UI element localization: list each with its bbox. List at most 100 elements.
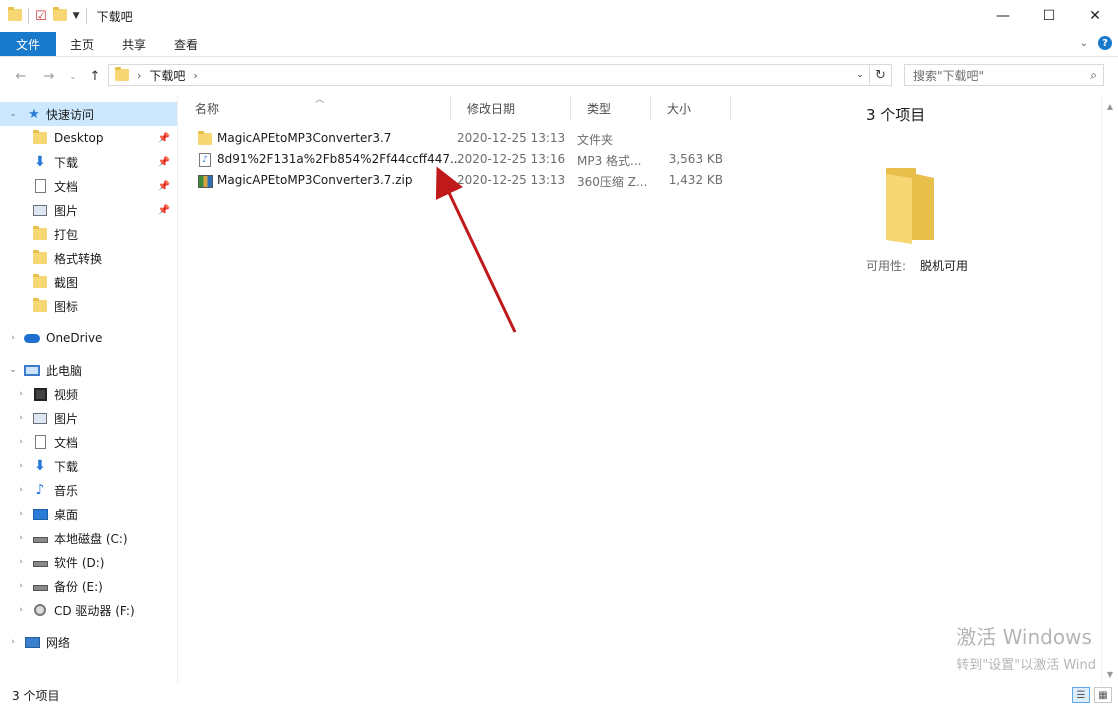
new-folder-icon[interactable] — [52, 6, 67, 24]
folder-icon — [32, 274, 48, 290]
expand-chevron-icon[interactable]: › — [8, 637, 18, 647]
cd-drive-icon — [32, 602, 48, 618]
availability-label: 可用性: — [866, 259, 907, 273]
details-item-count: 3 个项目 — [866, 106, 926, 124]
refresh-icon[interactable]: ↻ — [869, 65, 891, 85]
cloud-icon — [24, 330, 40, 346]
navigation-pane: ⌄ ★ 快速访问 Desktop 📌 ⬇ 下载 📌 文档 📌 图片 📌 打包 格… — [0, 96, 178, 684]
nav-item-music[interactable]: › ♪ 音乐 — [0, 478, 177, 502]
expand-chevron-icon[interactable]: › — [16, 389, 26, 399]
expand-chevron-icon[interactable]: › — [16, 509, 26, 519]
breadcrumb-chevron-icon[interactable]: › — [193, 69, 197, 82]
download-icon: ⬇ — [34, 458, 46, 474]
download-icon: ⬇ — [34, 154, 46, 170]
collapse-chevron-icon[interactable]: ⌄ — [8, 365, 18, 375]
properties-icon[interactable]: ☑ — [35, 9, 47, 24]
up-button[interactable]: ↑ — [84, 65, 106, 87]
status-bar: 3 个项目 ☰ ▦ — [0, 684, 1118, 707]
pin-icon: 📌 — [157, 180, 170, 192]
address-bar[interactable]: › 下载吧 › ⌄ ↻ — [108, 64, 892, 86]
music-icon: ♪ — [35, 482, 45, 498]
recent-locations-chevron-icon[interactable]: ⌄ — [62, 65, 84, 87]
expand-chevron-icon[interactable]: › — [16, 461, 26, 471]
nav-item-pc-pictures[interactable]: › 图片 — [0, 406, 177, 430]
expand-chevron-icon[interactable]: › — [16, 413, 26, 423]
desktop-icon — [32, 506, 48, 522]
expand-chevron-icon[interactable]: › — [16, 557, 26, 567]
large-folder-icon — [886, 168, 934, 244]
pin-icon: 📌 — [157, 132, 170, 144]
vertical-scrollbar[interactable]: ▲ ▼ — [1101, 96, 1118, 684]
picture-icon — [32, 202, 48, 218]
expand-ribbon-chevron-icon[interactable]: ⌄ — [1080, 38, 1088, 49]
scroll-up-arrow-icon[interactable]: ▲ — [1102, 98, 1118, 114]
help-icon[interactable]: ? — [1098, 36, 1112, 50]
file-list: ︿ 名称 修改日期 类型 大小 MagicAPEtoMP3Converter3.… — [179, 95, 844, 684]
network-icon — [24, 634, 40, 650]
nav-item-videos[interactable]: › 视频 — [0, 382, 177, 406]
nav-item-drive-d[interactable]: › 软件 (D:) — [0, 550, 177, 574]
nav-item-drive-f[interactable]: › CD 驱动器 (F:) — [0, 598, 177, 622]
nav-item-screenshots[interactable]: 截图 — [0, 270, 177, 294]
scroll-down-arrow-icon[interactable]: ▼ — [1102, 666, 1118, 682]
forward-button[interactable]: → — [38, 65, 60, 87]
nav-onedrive[interactable]: › OneDrive — [0, 326, 177, 350]
large-icons-view-icon[interactable]: ▦ — [1094, 687, 1112, 703]
search-placeholder: 搜索"下载吧" — [913, 68, 985, 83]
nav-item-pack[interactable]: 打包 — [0, 222, 177, 246]
document-icon — [32, 434, 48, 450]
nav-item-desktop-pc[interactable]: › 桌面 — [0, 502, 177, 526]
nav-this-pc[interactable]: ⌄ 此电脑 — [0, 358, 177, 382]
folder-icon — [32, 226, 48, 242]
title-bar: ☑ ▼ 下载吧 — ☐ ✕ — [0, 0, 1118, 32]
nav-item-pictures[interactable]: 图片 📌 — [0, 198, 177, 222]
details-view-icon[interactable]: ☰ — [1072, 687, 1090, 703]
address-dropdown-icon[interactable]: ⌄ — [851, 65, 869, 85]
details-pane: 3 个项目 可用性: 脱机可用 — [846, 96, 1096, 684]
back-button[interactable]: ← — [10, 65, 32, 87]
nav-item-drive-e[interactable]: › 备份 (E:) — [0, 574, 177, 598]
nav-item-icons[interactable]: 图标 — [0, 294, 177, 318]
tab-share[interactable]: 共享 — [108, 32, 160, 56]
folder-icon — [32, 130, 48, 146]
availability-row: 可用性: 脱机可用 — [866, 257, 968, 274]
collapse-chevron-icon[interactable]: ⌄ — [8, 109, 18, 119]
picture-icon — [32, 410, 48, 426]
nav-network[interactable]: › 网络 — [0, 630, 177, 654]
expand-chevron-icon[interactable]: › — [16, 605, 26, 615]
nav-item-documents[interactable]: 文档 📌 — [0, 174, 177, 198]
nav-item-pc-downloads[interactable]: › ⬇ 下载 — [0, 454, 177, 478]
nav-item-desktop[interactable]: Desktop 📌 — [0, 126, 177, 150]
drive-icon — [32, 578, 48, 594]
star-icon: ★ — [28, 106, 40, 122]
maximize-button[interactable]: ☐ — [1026, 0, 1072, 32]
tab-home[interactable]: 主页 — [56, 32, 108, 56]
local-disk-icon — [32, 530, 48, 546]
address-row: ← → ⌄ ↑ › 下载吧 › ⌄ ↻ 搜索"下载吧" ⌕ — [0, 57, 1118, 95]
expand-chevron-icon[interactable]: › — [16, 581, 26, 591]
document-icon — [32, 178, 48, 194]
nav-item-pc-documents[interactable]: › 文档 — [0, 430, 177, 454]
pin-icon: 📌 — [157, 204, 170, 216]
expand-chevron-icon[interactable]: › — [8, 333, 18, 343]
expand-chevron-icon[interactable]: › — [16, 533, 26, 543]
search-input[interactable]: 搜索"下载吧" ⌕ — [904, 64, 1104, 86]
folder-icon — [32, 298, 48, 314]
breadcrumb-chevron-icon[interactable]: › — [137, 69, 141, 82]
nav-quick-access[interactable]: ⌄ ★ 快速访问 — [0, 102, 177, 126]
expand-chevron-icon[interactable]: › — [16, 485, 26, 495]
pin-icon: 📌 — [157, 156, 170, 168]
search-icon[interactable]: ⌕ — [1090, 68, 1097, 83]
video-icon — [32, 386, 48, 402]
tab-view[interactable]: 查看 — [160, 32, 212, 56]
nav-item-downloads[interactable]: ⬇ 下载 📌 — [0, 150, 177, 174]
nav-item-format-convert[interactable]: 格式转换 — [0, 246, 177, 270]
folder-icon — [32, 250, 48, 266]
customize-toolbar-chevron-icon[interactable]: ▼ — [73, 11, 80, 21]
tab-file[interactable]: 文件 — [0, 32, 57, 56]
minimize-button[interactable]: — — [980, 0, 1026, 32]
nav-item-drive-c[interactable]: › 本地磁盘 (C:) — [0, 526, 177, 550]
expand-chevron-icon[interactable]: › — [16, 437, 26, 447]
close-button[interactable]: ✕ — [1072, 0, 1118, 32]
breadcrumb-current[interactable]: 下载吧 — [149, 67, 185, 84]
